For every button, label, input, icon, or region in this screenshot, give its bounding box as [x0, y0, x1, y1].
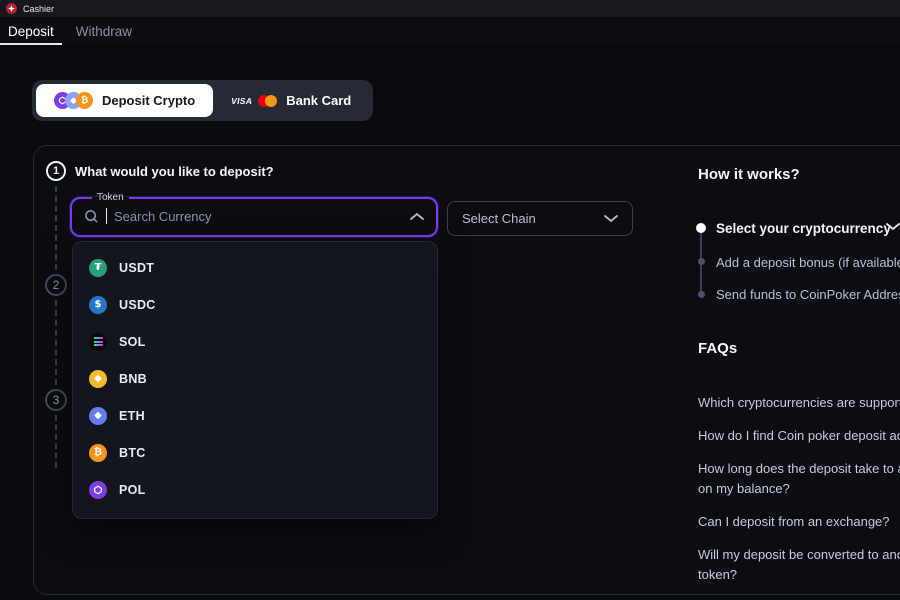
tab-withdraw[interactable]: Withdraw — [68, 17, 140, 45]
token-option-pol[interactable]: POL — [73, 471, 437, 508]
btc-icon: ₿ — [89, 444, 107, 462]
step-2-indicator: 2 — [45, 274, 67, 296]
token-option-usdt[interactable]: ₮ USDT — [73, 249, 437, 286]
bank-card-button[interactable]: VISA Bank Card — [213, 84, 369, 117]
faq-question[interactable]: How do I find Coin poker deposit address… — [698, 426, 900, 446]
step-connector-1 — [55, 186, 57, 270]
usdc-icon: $ — [89, 296, 107, 314]
faq-question[interactable]: Will my deposit be converted to another … — [698, 545, 900, 585]
eth-icon: ◆ — [89, 407, 107, 425]
faqs-title: FAQs — [698, 340, 737, 357]
token-option-label: USDT — [119, 261, 154, 275]
step-1-title: What would you like to deposit? — [75, 164, 274, 179]
bank-card-label: Bank Card — [286, 93, 351, 108]
faq-question[interactable]: How long does the deposit take to appear… — [698, 459, 900, 499]
tab-deposit[interactable]: Deposit — [0, 17, 62, 45]
token-option-btc[interactable]: ₿ BTC — [73, 434, 437, 471]
token-option-label: ETH — [119, 409, 145, 423]
timeline-dot — [698, 258, 705, 265]
token-option-label: SOL — [119, 335, 146, 349]
step-1-indicator: 1 — [46, 161, 66, 181]
cashier-tabbar: Deposit Withdraw — [0, 17, 900, 45]
faq-list: Which cryptocurrencies are supported? Ho… — [698, 393, 900, 598]
token-search-placeholder: Search Currency — [114, 209, 403, 224]
token-option-label: POL — [119, 483, 146, 497]
token-dropdown-list: ₮ USDT $ USDC SOL ◆ BNB ◆ ETH ₿ BTC POL — [72, 241, 438, 519]
chain-select[interactable]: Select Chain — [447, 201, 633, 236]
visa-icon: VISA — [231, 96, 252, 106]
timeline-dot-active — [696, 223, 706, 233]
search-icon — [84, 209, 99, 224]
crypto-coins-icon: ◆ ₿ — [54, 92, 93, 109]
window-title: Cashier — [23, 4, 54, 14]
token-option-label: BNB — [119, 372, 147, 386]
sol-icon — [89, 333, 107, 351]
cashier-window: { "window": { "title": "Cashier" }, "tab… — [0, 0, 900, 600]
token-option-eth[interactable]: ◆ ETH — [73, 397, 437, 434]
timeline-dot — [698, 291, 705, 298]
step-connector-3 — [55, 415, 57, 468]
faq-question[interactable]: Which cryptocurrencies are supported? — [698, 393, 900, 413]
step-3-indicator: 3 — [45, 389, 67, 411]
hiw-step-select-crypto[interactable]: Select your cryptocurrency — [716, 221, 891, 236]
btc-coin-icon: ₿ — [76, 92, 93, 109]
step-connector-2 — [55, 300, 57, 385]
chevron-down-icon[interactable] — [886, 222, 900, 231]
deposit-crypto-button[interactable]: ◆ ₿ Deposit Crypto — [36, 84, 213, 117]
bnb-icon: ◆ — [89, 370, 107, 388]
payment-method-toggle: ◆ ₿ Deposit Crypto VISA Bank Card — [32, 80, 373, 121]
mastercard-icon — [258, 95, 277, 107]
chain-select-placeholder: Select Chain — [462, 211, 596, 226]
window-titlebar: Cashier — [0, 0, 900, 17]
token-option-usdc[interactable]: $ USDC — [73, 286, 437, 323]
deposit-crypto-label: Deposit Crypto — [102, 93, 195, 108]
text-cursor — [106, 208, 107, 224]
token-search-field[interactable]: Token Search Currency — [70, 192, 438, 237]
token-option-bnb[interactable]: ◆ BNB — [73, 360, 437, 397]
token-option-sol[interactable]: SOL — [73, 323, 437, 360]
chevron-up-icon[interactable] — [410, 212, 424, 221]
token-option-label: BTC — [119, 446, 146, 460]
pol-icon — [89, 481, 107, 499]
hiw-step-send-funds[interactable]: Send funds to CoinPoker Address — [716, 287, 900, 302]
usdt-icon: ₮ — [89, 259, 107, 277]
token-option-label: USDC — [119, 298, 156, 312]
hiw-step-bonus[interactable]: Add a deposit bonus (if available) — [716, 255, 900, 270]
how-it-works-title: How it works? — [698, 166, 800, 183]
chevron-down-icon — [604, 214, 618, 223]
faq-question[interactable]: Can I deposit from an exchange? — [698, 512, 900, 532]
token-field-label: Token — [92, 192, 129, 203]
coinpoker-logo-icon — [6, 3, 17, 14]
